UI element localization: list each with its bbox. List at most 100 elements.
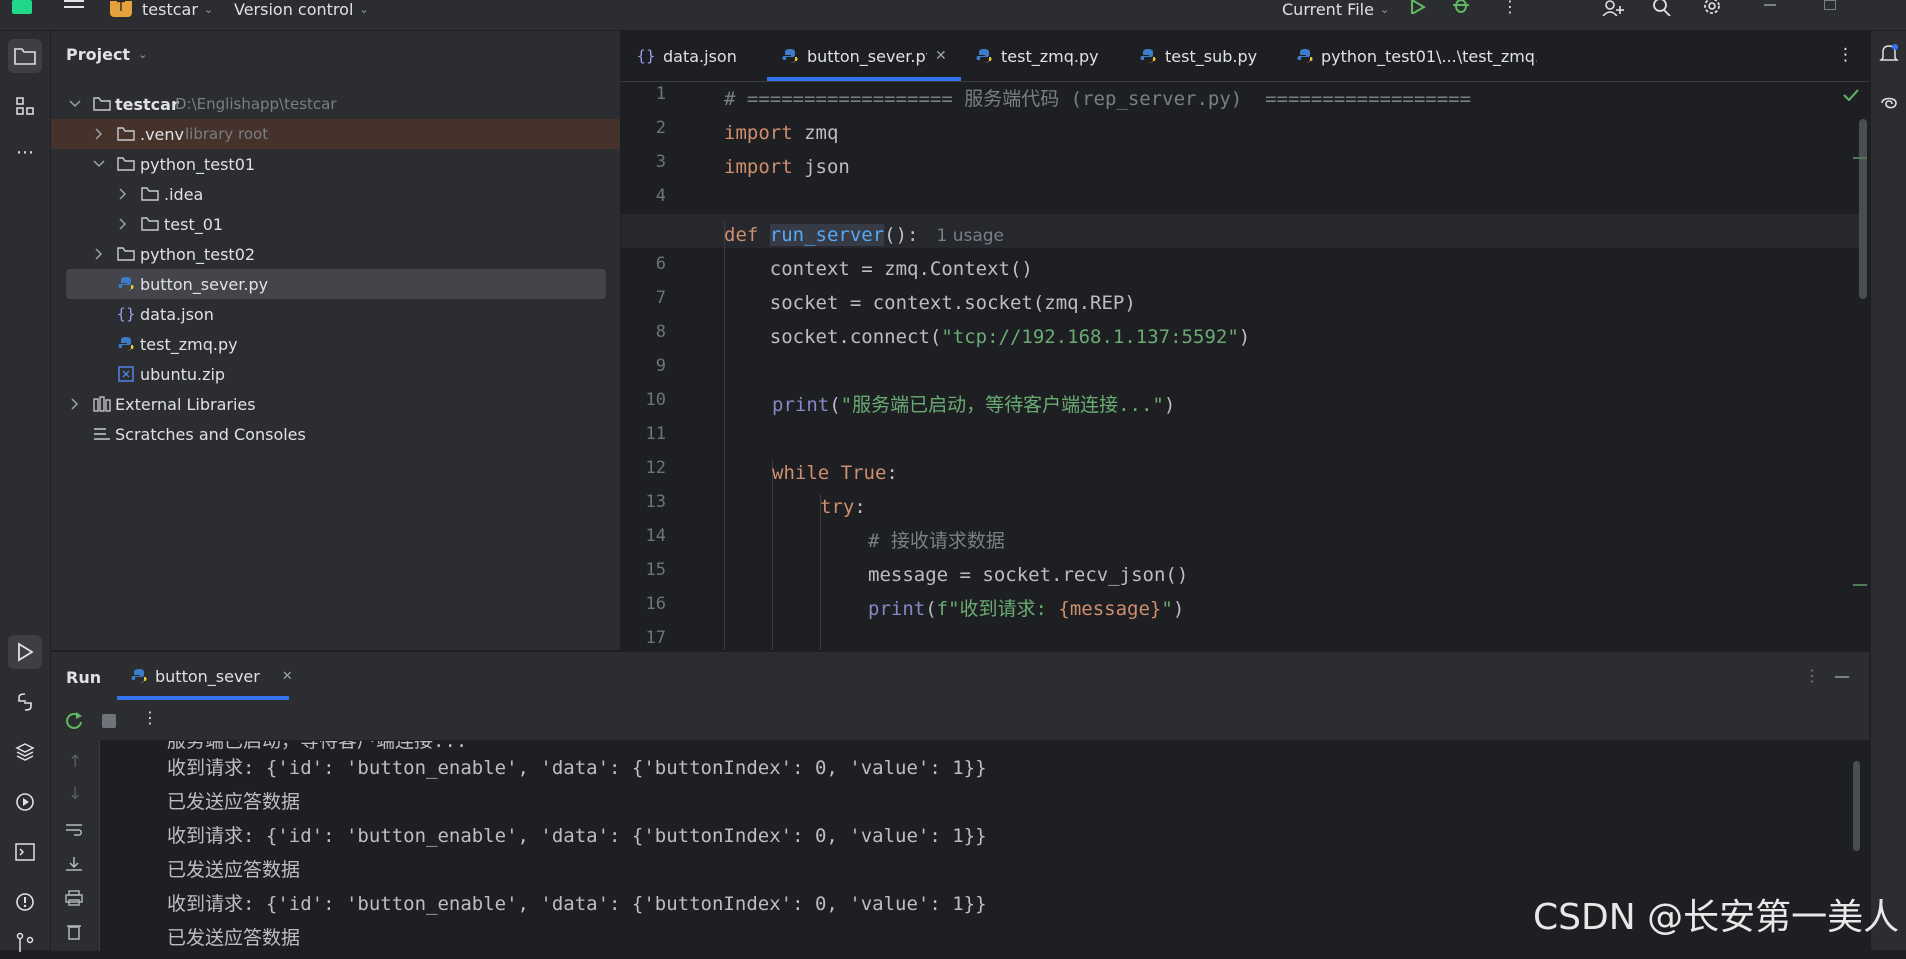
code-with-me-icon[interactable] — [1602, 0, 1624, 16]
minimize-window-icon[interactable] — [1764, 4, 1776, 6]
editor-scrollbar[interactable] — [1859, 119, 1867, 299]
more-tools-icon[interactable]: ⋯ — [8, 135, 42, 169]
csdn-watermark: CSDN @长安第一美人 — [1533, 897, 1900, 938]
notifications-bell-icon[interactable] — [1879, 43, 1899, 63]
stop-icon[interactable] — [102, 714, 116, 728]
tree-item-scratches-and-consoles[interactable]: Scratches and Consoles — [51, 419, 620, 449]
search-icon[interactable] — [1652, 0, 1672, 16]
more-actions-icon[interactable]: ⋮ — [1502, 0, 1518, 15]
tree-item-venv[interactable]: .venv library root — [51, 119, 620, 149]
code-area[interactable]: # ================== 服务端代码 (rep_server.p… — [724, 82, 1854, 650]
tree-item-external-libraries[interactable]: External Libraries — [51, 389, 620, 419]
close-tab-icon[interactable]: ✕ — [935, 48, 947, 64]
function-name[interactable]: run_server — [769, 224, 885, 246]
chevron-right-icon[interactable] — [91, 126, 107, 142]
tab-test-zmq-py[interactable]: test_zmq.py — [975, 31, 1115, 81]
tree-item-library-hint: library root — [185, 125, 269, 143]
code-text: json — [792, 156, 850, 178]
tree-item-label: Scratches and Consoles — [115, 424, 306, 444]
json-file-icon: {} — [636, 47, 656, 65]
chevron-right-icon[interactable] — [67, 396, 83, 412]
console-line: 已发送应答数据 — [167, 927, 301, 949]
code-text: (): — [884, 224, 919, 246]
folder-icon — [117, 245, 135, 263]
vcs-widget[interactable]: Version control ⌄ — [234, 0, 369, 19]
console-line: 已发送应答数据 — [167, 859, 301, 881]
usage-hint[interactable]: 1 usage — [936, 226, 1004, 246]
problems-icon[interactable] — [8, 885, 42, 919]
line-number: 1 — [655, 84, 666, 104]
python-packages-icon[interactable] — [8, 735, 42, 769]
services-icon[interactable] — [8, 785, 42, 819]
no-problems-check-icon[interactable] — [1843, 89, 1859, 101]
run-tab-label: button_sever — [155, 666, 260, 686]
tree-item-test-01[interactable]: test_01 — [51, 209, 620, 239]
chevron-down-icon[interactable] — [67, 96, 83, 112]
run-toolbar: ⋮ — [51, 700, 1869, 741]
tree-item-data-json[interactable]: {} data.json — [51, 299, 620, 329]
run-tab-button-sever[interactable]: button_sever ✕ — [131, 652, 293, 700]
tab-label: data.json — [663, 46, 737, 66]
tab-button-sever-py[interactable]: button_sever.py ✕ — [781, 31, 953, 81]
chevron-right-icon[interactable] — [91, 246, 107, 262]
soft-wrap-icon[interactable] — [65, 822, 83, 838]
python-console-icon[interactable] — [8, 685, 42, 719]
tree-item-idea[interactable]: .idea — [51, 179, 620, 209]
chevron-right-icon[interactable] — [115, 216, 131, 232]
run-config-selector[interactable]: Current File ⌄ — [1282, 0, 1389, 19]
run-icon[interactable] — [1410, 0, 1426, 14]
tree-item-test-zmq-py[interactable]: test_zmq.py — [51, 329, 620, 359]
tree-item-testcar[interactable]: testcar D:\Englishapp\testcar — [51, 89, 620, 119]
main-menu-icon[interactable] — [64, 0, 84, 16]
project-folder-icon[interactable] — [8, 39, 42, 73]
tree-item-ubuntu-zip[interactable]: ubuntu.zip — [51, 359, 620, 389]
ai-assistant-icon[interactable] — [1879, 93, 1899, 113]
git-branch-icon[interactable] — [8, 925, 42, 959]
library-icon — [93, 395, 111, 413]
rerun-icon[interactable] — [64, 711, 84, 731]
tab-test-sub-py[interactable]: test_sub.py — [1139, 31, 1274, 81]
tree-item-python-test01[interactable]: python_test01 — [51, 149, 620, 179]
settings-gear-icon[interactable] — [1702, 0, 1722, 16]
scroll-to-end-icon[interactable] — [65, 856, 83, 872]
left-tool-strip: ⋯ — [0, 31, 51, 952]
close-tab-icon[interactable]: ✕ — [282, 669, 293, 684]
vcs-label: Version control — [234, 0, 354, 19]
down-arrow-icon[interactable]: ↓ — [68, 784, 82, 804]
json-file-icon: {} — [116, 305, 136, 323]
console-scrollbar[interactable] — [1853, 761, 1860, 851]
project-panel-header[interactable]: Project ⌄ — [66, 45, 147, 64]
chevron-right-icon[interactable] — [115, 186, 131, 202]
keyword: try — [820, 496, 855, 518]
run-config-label: Current File — [1282, 0, 1374, 19]
tab-data-json[interactable]: {} data.json — [636, 31, 737, 81]
project-panel-title: Project — [66, 45, 131, 64]
more-options-icon[interactable]: ⋮ — [1804, 666, 1820, 685]
active-tab-indicator — [767, 77, 961, 81]
terminal-icon[interactable] — [8, 835, 42, 869]
tab-python-test01-test-zmq-py[interactable]: python_test01\...\test_zmq.py — [1297, 31, 1537, 81]
minimize-panel-icon[interactable] — [1835, 676, 1849, 678]
print-icon[interactable] — [65, 890, 83, 906]
tree-item-button-sever-py[interactable]: button_sever.py — [66, 269, 606, 299]
tree-item-python-test02[interactable]: python_test02 — [51, 239, 620, 269]
string-literal: " — [1161, 598, 1173, 620]
debug-icon[interactable] — [1452, 0, 1470, 14]
line-number: 16 — [645, 594, 666, 614]
structure-icon[interactable] — [8, 89, 42, 123]
code-text: ) — [1238, 326, 1251, 348]
code-text: zmq — [792, 122, 839, 144]
run-tool-icon[interactable] — [8, 635, 42, 669]
project-switcher[interactable]: T testcar ⌄ — [110, 0, 213, 19]
restore-window-icon[interactable] — [1824, 0, 1836, 10]
run-panel-title: Run — [66, 668, 102, 687]
more-actions-icon[interactable]: ⋮ — [142, 708, 158, 727]
tree-item-label: ubuntu.zip — [140, 364, 226, 384]
up-arrow-icon[interactable]: ↑ — [68, 752, 82, 772]
tab-overflow-menu-icon[interactable]: ⋮ — [1837, 45, 1854, 65]
app-logo-icon[interactable] — [12, 0, 32, 14]
tree-item-label: python_test02 — [140, 244, 256, 264]
tree-item-label: button_sever.py — [140, 274, 269, 294]
trash-icon[interactable] — [66, 923, 82, 941]
chevron-down-icon[interactable] — [91, 156, 107, 172]
